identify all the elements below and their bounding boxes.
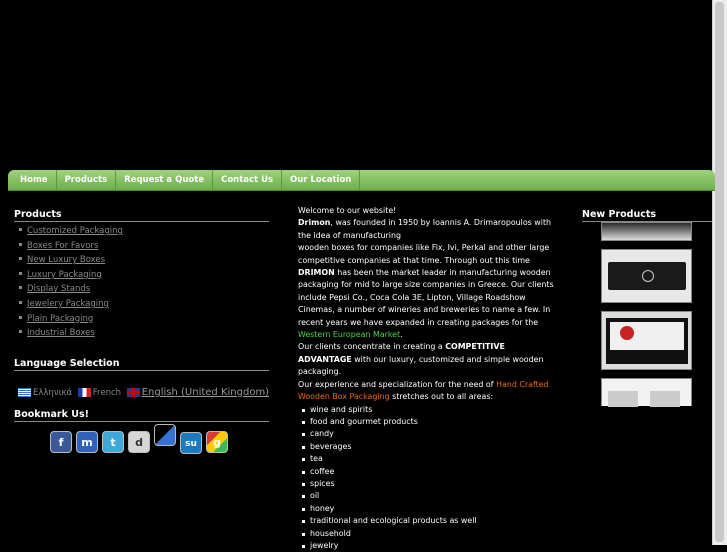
area-label: jewelry	[310, 541, 338, 550]
digg-icon[interactable]: d	[128, 431, 150, 453]
greek-flag-icon[interactable]	[18, 388, 31, 397]
nav-products[interactable]: Products	[57, 170, 117, 190]
intro-paragraph: Drimon, was founded in 1950 by Ioannis A…	[298, 217, 558, 242]
product-link[interactable]: Customized Packaging	[27, 226, 123, 236]
scrollbar-thumb[interactable]	[715, 2, 724, 542]
list-item: Industrial Boxes	[14, 326, 123, 341]
bullet-icon	[19, 228, 22, 231]
list-item: Plain Packaging	[14, 312, 123, 327]
areas-intro-text: stretches out to all areas:	[392, 392, 493, 401]
bullet-icon	[19, 257, 22, 260]
list-item: oil	[298, 490, 558, 502]
new-product-image[interactable]	[601, 249, 692, 303]
list-item: Display Stands	[14, 282, 123, 297]
list-item: food and gourmet products	[298, 416, 558, 428]
nav-home[interactable]: Home	[8, 170, 57, 190]
welcome-text: Welcome to our website!	[298, 205, 558, 217]
list-item: Luxury Packaging	[14, 268, 123, 283]
list-item: Jewelery Packaging	[14, 297, 123, 312]
nav-contact-us[interactable]: Contact Us	[213, 170, 282, 190]
facebook-icon[interactable]: f	[50, 431, 72, 453]
list-item: beverages	[298, 441, 558, 453]
bullet-icon	[19, 330, 22, 333]
product-link[interactable]: Industrial Boxes	[27, 328, 95, 338]
product-link[interactable]: Luxury Packaging	[27, 270, 102, 280]
bullet-icon	[19, 316, 22, 319]
bullet-icon	[19, 301, 22, 304]
uk-flag-icon[interactable]	[127, 388, 140, 397]
bookmark-bar: fmtd sug	[50, 424, 232, 454]
language-selector: Ελληνικά French English (United Kingdom)	[18, 387, 272, 398]
experience-paragraph: Our experience and specialization for th…	[298, 379, 558, 404]
nav-our-location[interactable]: Our Location	[282, 170, 360, 190]
list-item: New Luxury Boxes	[14, 253, 123, 268]
intro-text: , was founded in 1950 by Ioannis A. Drim…	[298, 218, 551, 239]
google-icon[interactable]: g	[206, 431, 228, 453]
product-link[interactable]: Jewelery Packaging	[27, 299, 109, 309]
list-item: spices	[298, 478, 558, 490]
product-link[interactable]: Plain Packaging	[27, 314, 93, 324]
list-item: honey	[298, 503, 558, 515]
myspace-icon[interactable]: m	[76, 431, 98, 453]
experience-text: Our experience and specialization for th…	[298, 380, 494, 389]
history-text: wooden boxes for companies like Fix, Ivi…	[298, 243, 549, 264]
nav-request-quote[interactable]: Request a Quote	[116, 170, 213, 190]
list-item: jewelry	[298, 540, 558, 552]
bullet-icon	[19, 243, 22, 246]
history-paragraph: wooden boxes for companies like Fix, Ivi…	[298, 242, 558, 341]
list-item: traditional and ecological products as w…	[298, 515, 558, 527]
products-heading: Products	[14, 209, 269, 222]
list-item: household	[298, 528, 558, 540]
new-product-image[interactable]	[601, 311, 692, 370]
product-link[interactable]: New Luxury Boxes	[27, 255, 105, 265]
language-heading: Language Selection	[14, 358, 269, 371]
clients-text: has been the market leader in manufactur…	[298, 268, 554, 327]
gift-box-graphic	[606, 318, 688, 364]
list-item: candy	[298, 428, 558, 440]
area-label: oil	[310, 491, 319, 500]
product-link[interactable]: Display Stands	[27, 284, 90, 294]
area-label: coffee	[310, 467, 334, 476]
area-label: honey	[310, 504, 334, 513]
brand-name: Drimon	[298, 218, 330, 227]
area-label: traditional and ecological products as w…	[310, 516, 477, 525]
area-label: food and gourmet products	[310, 417, 418, 426]
vertical-scrollbar[interactable]	[712, 0, 727, 545]
bullet-icon	[19, 286, 22, 289]
main-navigation: Home Products Request a Quote Contact Us…	[8, 170, 715, 191]
new-product-image[interactable]	[601, 378, 692, 406]
advantage-paragraph: Our clients concentrate in creating a CO…	[298, 341, 558, 378]
bookmark-heading: Bookmark Us!	[14, 409, 269, 422]
area-label: wine and spirits	[310, 405, 372, 414]
list-item: coffee	[298, 466, 558, 478]
twitter-icon[interactable]: t	[102, 431, 124, 453]
lang-french-link[interactable]: French	[93, 388, 121, 398]
main-content: Welcome to our website! Drimon, was foun…	[298, 205, 558, 552]
lang-english-link[interactable]: English (United Kingdom)	[142, 387, 269, 398]
products-list: Customized Packaging Boxes For Favors Ne…	[14, 224, 123, 341]
new-products-heading: New Products	[582, 209, 712, 222]
lang-greek-link[interactable]: Ελληνικά	[33, 388, 72, 398]
areas-list: wine and spirits food and gourmet produc…	[298, 404, 558, 552]
stumbleupon-icon[interactable]: su	[180, 432, 202, 454]
area-label: household	[310, 529, 351, 538]
new-product-image[interactable]	[601, 222, 692, 241]
list-item: Customized Packaging	[14, 224, 123, 239]
area-label: candy	[310, 429, 334, 438]
area-label: tea	[310, 454, 323, 463]
list-item: wine and spirits	[298, 404, 558, 416]
western-market-link[interactable]: Western European Market	[298, 330, 400, 339]
area-label: spices	[310, 479, 335, 488]
wooden-box-graphic	[608, 262, 686, 290]
list-item: tea	[298, 453, 558, 465]
brand-name-caps: DRIMON	[298, 268, 335, 277]
area-label: beverages	[310, 442, 351, 451]
advantage-text: Our clients concentrate in creating a	[298, 342, 443, 351]
product-link[interactable]: Boxes For Favors	[27, 241, 98, 251]
french-flag-icon[interactable]	[78, 388, 91, 397]
bullet-icon	[19, 272, 22, 275]
list-item: Boxes For Favors	[14, 239, 123, 254]
delicious-icon[interactable]	[154, 424, 176, 446]
